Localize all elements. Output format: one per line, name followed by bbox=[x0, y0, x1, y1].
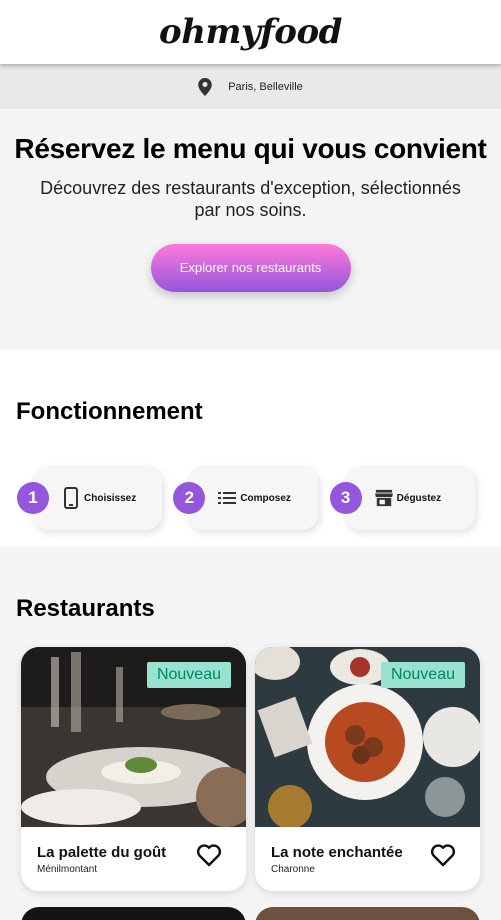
card-body: La note enchantée Charonne bbox=[255, 827, 480, 875]
store-icon bbox=[374, 487, 393, 509]
step-card: Choisissez bbox=[32, 466, 162, 530]
hero-subtitle: Découvrez des restaurants d'exception, s… bbox=[40, 178, 461, 220]
restaurant-card[interactable]: Nouveau La note enchantée Charonne bbox=[255, 647, 480, 891]
steps-list: 1 Choisissez 2 Composez 3 Dégustez bbox=[16, 466, 485, 530]
smartphone-icon bbox=[62, 487, 80, 509]
app-header: ohmyfood bbox=[0, 0, 501, 64]
step-label: Composez bbox=[240, 492, 291, 504]
step-label: Dégustez bbox=[396, 492, 442, 504]
restaurant-card-peek[interactable] bbox=[255, 907, 480, 920]
logo[interactable]: ohmyfood bbox=[159, 12, 342, 52]
restaurant-card-peek[interactable] bbox=[21, 907, 246, 920]
restaurant-photo: Nouveau bbox=[255, 647, 480, 827]
how-title: Fonctionnement bbox=[16, 398, 203, 425]
explore-restaurants-button[interactable]: Explorer nos restaurants bbox=[150, 244, 351, 292]
location-text: Paris, Belleville bbox=[228, 80, 303, 93]
restaurant-photo: Nouveau bbox=[21, 647, 246, 827]
location-bar: Paris, Belleville bbox=[0, 64, 501, 109]
step-number: 1 bbox=[17, 482, 49, 514]
heart-icon[interactable] bbox=[196, 843, 222, 867]
how-it-works-section: Fonctionnement 1 Choisissez 2 Composez 3 bbox=[0, 350, 501, 547]
card-body: La palette du goût Ménilmontant bbox=[21, 827, 246, 875]
step-taste: 3 Dégustez bbox=[329, 466, 485, 530]
step-number: 3 bbox=[329, 482, 362, 514]
new-badge: Nouveau bbox=[380, 662, 465, 688]
heart-icon[interactable] bbox=[430, 843, 456, 867]
step-card: Composez bbox=[188, 466, 319, 530]
restaurant-cards-next-row bbox=[16, 907, 501, 920]
restaurants-title: Restaurants bbox=[16, 595, 155, 622]
step-compose: 2 Composez bbox=[172, 466, 328, 530]
new-badge: Nouveau bbox=[146, 662, 231, 688]
step-card: Dégustez bbox=[344, 466, 475, 530]
list-icon bbox=[218, 487, 237, 509]
step-choose: 1 Choisissez bbox=[16, 466, 172, 530]
restaurant-cards: Nouveau La palette du goût Ménilmontant bbox=[16, 647, 501, 891]
hero-section: Réservez le menu qui vous convient Décou… bbox=[0, 109, 501, 350]
restaurant-card[interactable]: Nouveau La palette du goût Ménilmontant bbox=[21, 647, 246, 891]
restaurants-section: Restaurants Nouveau La palette du goût M… bbox=[0, 547, 501, 920]
map-pin-icon bbox=[198, 77, 212, 96]
hero-title: Réservez le menu qui vous convient bbox=[14, 133, 487, 164]
step-label: Choisissez bbox=[84, 492, 137, 504]
